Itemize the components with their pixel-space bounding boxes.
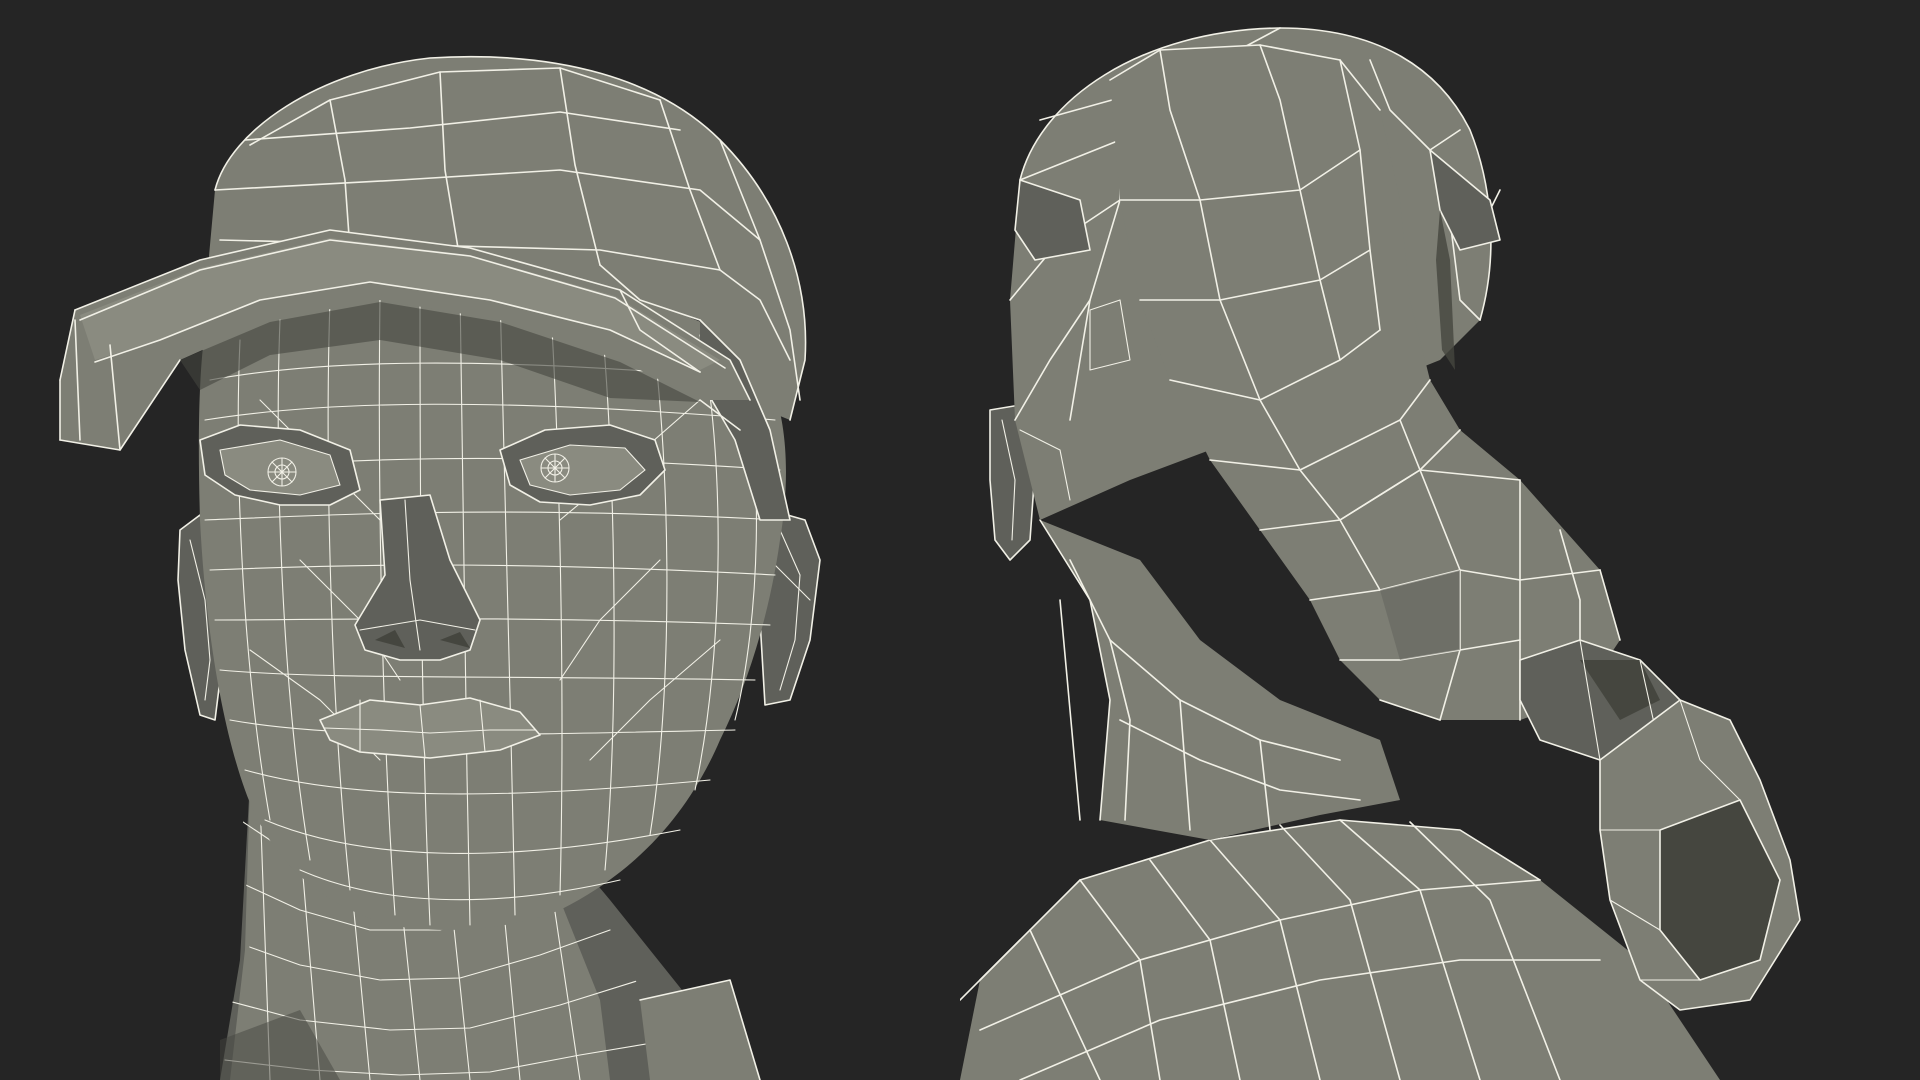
- front-view-wireframe: [59, 55, 821, 1080]
- front-view: [0, 0, 980, 1080]
- render-canvas: [0, 0, 1920, 1080]
- back-view: [960, 0, 1920, 1080]
- back-ponytail: [1109, 44, 1621, 721]
- back-view-wireframe: [960, 27, 1801, 1080]
